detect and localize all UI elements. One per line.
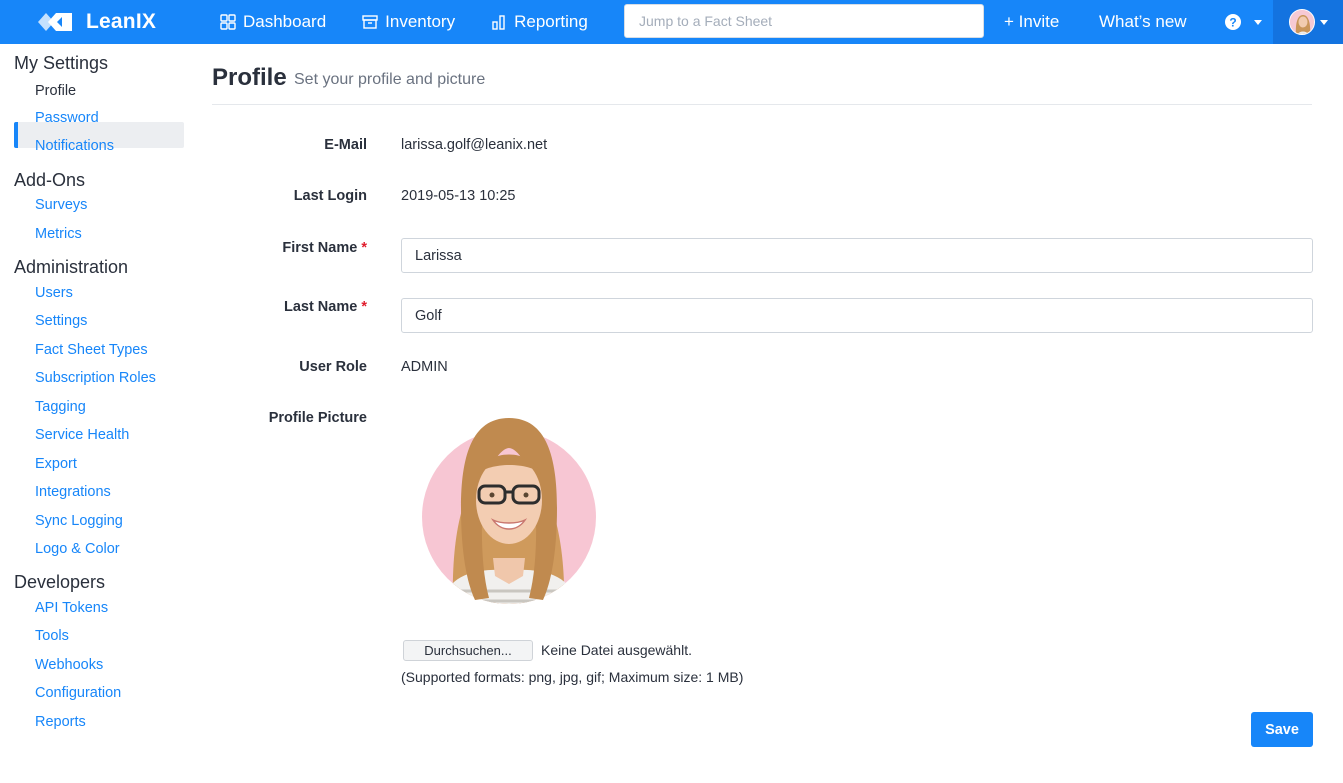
first-name-label-text: First Name [282,240,358,256]
leanix-logo-icon [38,13,72,31]
whats-new-link[interactable]: What’s new [1099,0,1187,44]
nav-dashboard-label: Dashboard [243,12,327,31]
chevron-down-icon [1319,19,1328,25]
question-circle-icon: ? [1225,14,1241,30]
profile-picture-label: Profile Picture [268,410,367,426]
page-title: Profile [212,64,287,91]
dashboard-grid-icon [220,14,236,30]
svg-text:?: ? [1229,16,1236,30]
sidebar-item-reports[interactable]: Reports [35,714,86,730]
nav-inventory-label: Inventory [385,12,456,31]
divider [212,104,1312,105]
sidebar-item-sync-logging[interactable]: Sync Logging [35,513,123,529]
inventory-box-icon [362,15,378,29]
sidebar-item-tools[interactable]: Tools [35,628,69,644]
brand[interactable]: LeanIX [0,0,206,44]
sidebar-item-tagging[interactable]: Tagging [35,399,86,415]
sidebar-item-integrations[interactable]: Integrations [35,484,111,500]
file-status: Keine Datei ausgewählt. [541,642,692,658]
sidebar-item-export[interactable]: Export [35,456,77,472]
sidebar-section-add-ons: Add-Ons [14,170,86,190]
last-name-field[interactable] [401,298,1313,333]
user-role-label: User Role [299,359,367,375]
brand-name: LeanIX [86,10,157,33]
help-menu[interactable]: ? [1224,0,1262,44]
sidebar-item-service-health[interactable]: Service Health [35,427,129,443]
sidebar-item-password[interactable]: Password [35,110,99,126]
avatar [1288,9,1315,35]
sidebar-item-api-tokens[interactable]: API Tokens [35,600,108,616]
sidebar-item-logo-color[interactable]: Logo & Color [35,541,120,557]
nav-reporting[interactable]: Reporting [491,0,588,44]
chevron-down-icon [1254,19,1262,25]
sidebar-item-subscription-roles[interactable]: Subscription Roles [35,370,156,386]
sidebar-item-users[interactable]: Users [35,285,73,301]
invite-label: + Invite [1004,12,1060,31]
sidebar-item-metrics[interactable]: Metrics [35,226,82,242]
sidebar-section-developers: Developers [14,572,106,592]
last-login-label: Last Login [293,188,367,204]
save-button[interactable]: Save [1251,712,1313,747]
sidebar-section-my-settings: My Settings [14,53,109,73]
sidebar-item-configuration[interactable]: Configuration [35,685,121,701]
nav-dashboard[interactable]: Dashboard [220,0,326,44]
last-name-label-text: Last Name [283,299,358,315]
sidebar-section-administration: Administration [14,257,129,277]
nav-reporting-label: Reporting [514,12,588,31]
required-mark: * [361,299,367,315]
sidebar-item-fact-sheet-types[interactable]: Fact Sheet Types [35,342,148,358]
first-name-label: First Name * [282,240,367,256]
file-format-hint: (Supported formats: png, jpg, gif; Maxim… [401,669,744,685]
profile-picture [422,418,596,604]
required-mark: * [361,240,367,256]
invite-button[interactable]: + Invite [1004,0,1059,44]
email-label: E-Mail [324,137,367,153]
sidebar-item-surveys[interactable]: Surveys [35,197,87,213]
settings-sidebar: My Settings Profile Password Notificatio… [0,44,198,783]
sidebar-item-webhooks[interactable]: Webhooks [35,657,103,673]
last-login-value: 2019-05-13 10:25 [401,188,516,204]
sidebar-item-notifications[interactable]: Notifications [35,138,114,154]
browse-file-button[interactable]: Durchsuchen... [403,640,533,661]
sidebar-item-settings[interactable]: Settings [35,313,87,329]
reporting-chart-icon [492,15,505,30]
first-name-field[interactable] [401,238,1313,273]
email-value: larissa.golf@leanix.net [401,137,548,153]
user-role-value: ADMIN [401,359,448,375]
last-name-label: Last Name * [284,299,367,315]
page-subtitle: Set your profile and picture [294,71,486,88]
user-menu[interactable] [1273,0,1343,44]
whats-new-label: What’s new [1099,12,1187,31]
top-navbar: LeanIX Dashboard Inventory Reporting + I… [0,0,1343,44]
fact-sheet-search-input[interactable] [624,4,984,38]
sidebar-item-label: Profile [35,83,77,99]
nav-inventory[interactable]: Inventory [362,0,455,44]
